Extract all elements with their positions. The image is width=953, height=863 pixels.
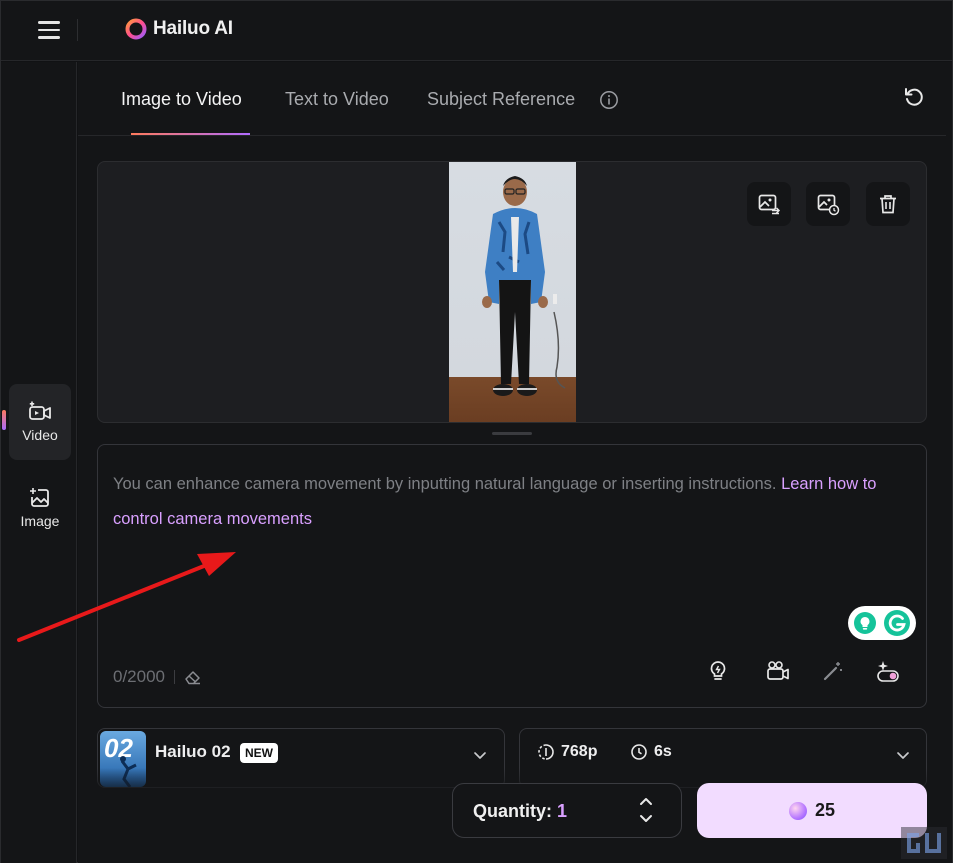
model-name: Hailuo 02 — [155, 742, 231, 761]
sidebar-item-video[interactable]: Video — [9, 384, 71, 460]
ai-assist-button[interactable] — [873, 656, 903, 686]
resolution-setting: 768p — [537, 743, 597, 761]
placeholder-text: You can enhance camera movement by input… — [113, 475, 777, 493]
generate-button[interactable]: 25 — [697, 783, 927, 838]
chevron-down-icon — [474, 752, 486, 759]
char-count: 0/2000 — [113, 667, 165, 686]
chevron-down-icon[interactable] — [639, 814, 653, 824]
prompt-input[interactable]: You can enhance camera movement by input… — [97, 444, 927, 708]
quantity-label-text: Quantity: — [473, 801, 552, 821]
hailuo-logo-icon — [125, 18, 147, 40]
chevron-down-icon — [897, 752, 909, 759]
tab-image-to-video[interactable]: Image to Video — [121, 89, 242, 110]
resolution-icon — [538, 744, 554, 760]
delete-image-button[interactable] — [866, 182, 910, 226]
camera-movement-button[interactable] — [763, 656, 793, 686]
app-name: Hailuo AI — [153, 18, 233, 39]
app-logo[interactable]: Hailuo AI — [125, 18, 233, 40]
movie-camera-icon — [767, 661, 789, 680]
grammarly-icon — [884, 610, 910, 636]
clear-prompt-button[interactable] — [184, 669, 202, 685]
uploaded-image-panel — [97, 161, 927, 423]
duration-value: 6s — [654, 743, 672, 760]
resize-handle[interactable] — [492, 432, 532, 435]
sidebar-item-label: Video — [22, 427, 58, 443]
eraser-icon — [185, 671, 200, 685]
magic-wand-icon — [823, 662, 842, 681]
enhance-prompt-button[interactable] — [818, 656, 848, 686]
trash-icon — [880, 195, 896, 214]
divider — [174, 670, 175, 684]
lightbulb-icon — [854, 612, 876, 634]
video-plus-icon — [29, 401, 51, 420]
quantity-arrows[interactable] — [639, 796, 653, 824]
replace-image-button[interactable] — [747, 182, 791, 226]
divider — [77, 19, 78, 41]
top-bar: Hailuo AI — [1, 1, 952, 61]
sidebar: Video Image — [1, 62, 77, 863]
chevron-up-icon[interactable] — [639, 796, 653, 806]
uploaded-photo — [449, 162, 576, 422]
tab-subject-reference[interactable]: Subject Reference — [427, 89, 575, 110]
reset-icon[interactable] — [903, 86, 925, 108]
quantity-value: 1 — [557, 801, 568, 821]
credit-icon — [788, 801, 807, 820]
grammarly-widget[interactable] — [848, 606, 916, 640]
resolution-value: 768p — [561, 743, 598, 760]
sidebar-item-label: Image — [20, 513, 60, 529]
new-badge: NEW — [240, 743, 278, 763]
main-panel: Image to Video Text to Video Subject Ref… — [78, 62, 952, 863]
prompt-placeholder: You can enhance camera movement by input… — [113, 467, 908, 537]
image-plus-icon — [30, 488, 49, 507]
quantity-stepper[interactable]: Quantity: 1 — [452, 783, 682, 838]
image-clock-icon — [817, 194, 840, 216]
bulb-icon — [710, 661, 726, 680]
watermark-logo — [901, 827, 947, 859]
duration-setting: 6s — [630, 743, 672, 761]
mode-tabs: Image to Video Text to Video Subject Ref… — [78, 62, 946, 136]
quantity-label: Quantity: 1 — [473, 801, 567, 822]
person-photo-illustration — [482, 176, 566, 396]
info-icon[interactable] — [599, 90, 619, 110]
prompt-ideas-button[interactable] — [703, 656, 733, 686]
sidebar-item-image[interactable]: Image — [9, 470, 71, 546]
clock-icon — [631, 744, 647, 760]
menu-icon[interactable] — [38, 21, 60, 39]
active-indicator — [2, 410, 6, 430]
tab-text-to-video[interactable]: Text to Video — [285, 89, 389, 110]
credit-cost: 25 — [814, 800, 836, 820]
sparkle-toggle-icon — [877, 661, 899, 682]
active-tab-underline — [131, 133, 250, 135]
image-swap-icon — [758, 194, 781, 215]
end-frame-button[interactable] — [806, 182, 850, 226]
char-counter: 0/2000 — [113, 667, 202, 687]
